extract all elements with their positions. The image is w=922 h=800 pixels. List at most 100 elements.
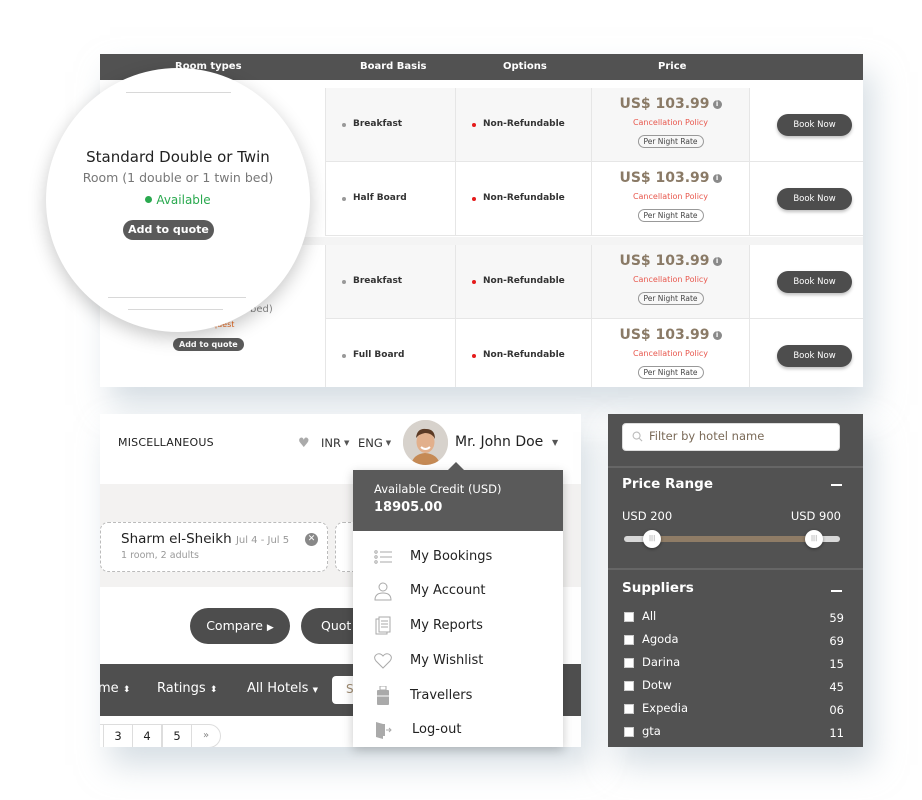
- board-basis: Breakfast: [353, 276, 403, 286]
- caret-down-icon[interactable]: ▼: [552, 438, 558, 447]
- per-night-rate-badge: Per Night Rate: [637, 292, 704, 305]
- menu-item-my-bookings[interactable]: My Bookings: [353, 543, 563, 573]
- nav-miscellaneous[interactable]: MISCELLANEOUS: [118, 436, 214, 449]
- checkbox[interactable]: [624, 704, 634, 714]
- filter-panel: Price Range USD 200 USD 900 ||| ||| Supp…: [608, 414, 863, 747]
- collapse-icon[interactable]: [831, 590, 842, 592]
- checkbox[interactable]: [624, 658, 634, 668]
- compare-button[interactable]: Compare ▶: [190, 608, 290, 644]
- supplier-option[interactable]: Dotw 45: [622, 677, 844, 697]
- supplier-name: Darina: [642, 655, 681, 669]
- wishlist-heart-icon[interactable]: ♥: [298, 436, 310, 451]
- menu-item-travellers[interactable]: Travellers: [353, 682, 563, 712]
- supplier-option[interactable]: Expedia 06: [622, 700, 844, 720]
- price: US$ 103.99 i: [592, 170, 749, 186]
- board-cell: Half Board: [325, 162, 455, 235]
- info-icon[interactable]: i: [712, 174, 722, 183]
- bullet-icon: [342, 197, 346, 201]
- per-night-rate-badge: Per Night Rate: [637, 366, 704, 379]
- menu-item-my-reports[interactable]: My Reports: [353, 612, 563, 642]
- heart-icon: [374, 653, 392, 669]
- price-cell: US$ 103.99 i Cancellation Policy Per Nigh…: [591, 162, 749, 235]
- book-now-button[interactable]: Book Now: [777, 345, 852, 367]
- page-button[interactable]: 5: [162, 724, 192, 747]
- sort-name[interactable]: me ⬍: [100, 681, 130, 696]
- menu-item-my-wishlist[interactable]: My Wishlist: [353, 647, 563, 677]
- add-to-quote-button[interactable]: Add to quote: [123, 220, 214, 240]
- supplier-option[interactable]: All 59: [622, 608, 844, 628]
- option-text: Non-Refundable: [483, 350, 565, 360]
- next-page-button[interactable]: »: [191, 724, 221, 747]
- menu-item-my-account[interactable]: My Account: [353, 577, 563, 607]
- book-now-button[interactable]: Book Now: [777, 188, 852, 210]
- slider-min-handle[interactable]: |||: [643, 530, 662, 548]
- collapse-icon[interactable]: [831, 484, 842, 486]
- user-menu-dropdown: Available Credit (USD) 18905.00 My Booki…: [353, 470, 563, 747]
- report-icon: [375, 616, 391, 635]
- board-basis: Full Board: [353, 350, 405, 360]
- option-text: Non-Refundable: [483, 119, 565, 129]
- menu-item-label: Log-out: [412, 722, 462, 737]
- supplier-option[interactable]: Darina 15: [622, 654, 844, 674]
- room-title: Standard Double or Twin: [86, 148, 270, 166]
- menu-item-log-out[interactable]: Log-out: [353, 716, 563, 746]
- info-icon[interactable]: i: [712, 100, 722, 109]
- page-button[interactable]: 3: [103, 724, 133, 747]
- destination-chip[interactable]: Sharm el-Sheikh Jul 4 - Jul 5 1 room, 2 …: [100, 522, 328, 572]
- checkbox[interactable]: [624, 635, 634, 645]
- table-row: Breakfast Non-Refundable US$ 103.99 i Can…: [325, 245, 863, 319]
- hotel-name-input[interactable]: [649, 429, 834, 443]
- bullet-icon: [342, 280, 346, 284]
- checkbox[interactable]: [624, 612, 634, 622]
- supplier-name: Agoda: [642, 632, 679, 646]
- info-icon[interactable]: i: [712, 257, 722, 266]
- divider: [128, 309, 223, 310]
- price: US$ 103.99 i: [592, 253, 749, 269]
- avatar[interactable]: [403, 420, 448, 465]
- price-range-slider[interactable]: ||| |||: [624, 530, 840, 548]
- supplier-name: Expedia: [642, 701, 688, 715]
- book-now-button[interactable]: Book Now: [777, 114, 852, 136]
- book-cell: Book Now: [749, 245, 863, 318]
- checkbox[interactable]: [624, 681, 634, 691]
- book-cell: Book Now: [749, 88, 863, 161]
- hotel-name-filter[interactable]: [622, 423, 840, 451]
- slider-fill: [652, 536, 815, 542]
- slider-max-handle[interactable]: |||: [805, 530, 824, 548]
- price-cell: US$ 103.99 i Cancellation Policy Per Nigh…: [591, 319, 749, 387]
- price-max-label: USD 900: [790, 509, 841, 523]
- menu-item-label: My Account: [410, 583, 486, 598]
- supplier-name: Dotw: [642, 678, 672, 692]
- play-arrow-icon: ▶: [266, 623, 274, 633]
- bullet-icon: [342, 354, 346, 358]
- language-selector[interactable]: ENG ▼: [358, 436, 391, 450]
- supplier-count: 69: [829, 634, 844, 648]
- cancellation-policy-link[interactable]: Cancellation Policy: [592, 349, 749, 358]
- checkbox[interactable]: [624, 727, 634, 737]
- currency-selector[interactable]: INR ▼: [321, 436, 349, 450]
- user-name[interactable]: Mr. John Doe: [455, 434, 543, 450]
- add-to-quote-button[interactable]: Add to quote: [173, 338, 244, 351]
- caret-down-icon: ▼: [344, 439, 350, 447]
- cancellation-policy-link[interactable]: Cancellation Policy: [592, 192, 749, 201]
- menu-item-label: My Reports: [410, 618, 483, 633]
- sort-ratings[interactable]: Ratings ⬍: [157, 681, 217, 696]
- supplier-option[interactable]: Agoda 69: [622, 631, 844, 651]
- book-now-button[interactable]: Book Now: [777, 271, 852, 293]
- luggage-icon: [377, 686, 389, 705]
- remove-destination-icon[interactable]: ✕: [305, 533, 318, 546]
- caret-down-icon: ▼: [312, 686, 318, 694]
- supplier-option[interactable]: gta 11: [622, 723, 844, 743]
- availability-status: Available: [46, 193, 310, 207]
- price-min-label: USD 200: [622, 509, 673, 523]
- board-cell: Breakfast: [325, 88, 455, 161]
- board-cell: Breakfast: [325, 245, 455, 318]
- all-hotels-dropdown[interactable]: All Hotels ▼: [247, 681, 318, 696]
- status-dot-icon: [145, 196, 153, 203]
- occupancy-text: 1 room, 2 adults: [121, 550, 199, 561]
- info-icon[interactable]: i: [712, 331, 722, 340]
- table-row: Full Board Non-Refundable US$ 103.99 i Ca…: [325, 319, 863, 387]
- page-button[interactable]: 4: [132, 724, 162, 747]
- cancellation-policy-link[interactable]: Cancellation Policy: [592, 118, 749, 127]
- cancellation-policy-link[interactable]: Cancellation Policy: [592, 275, 749, 284]
